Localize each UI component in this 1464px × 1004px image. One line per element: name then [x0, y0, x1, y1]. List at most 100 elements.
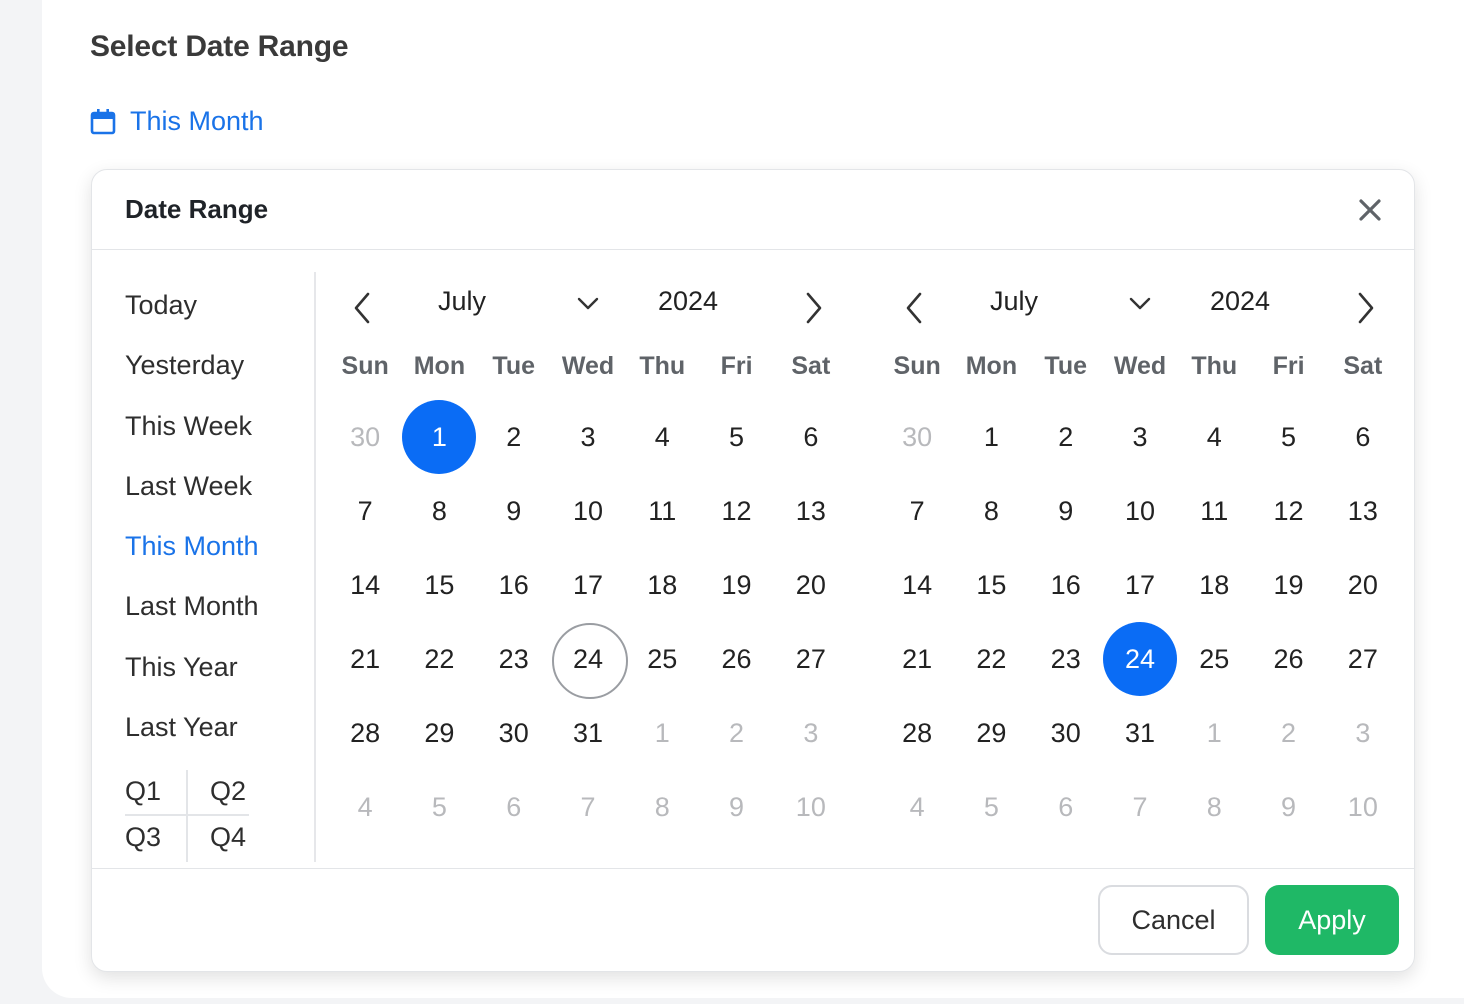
- day-cell[interactable]: 7: [880, 474, 954, 548]
- day-cell[interactable]: 30: [477, 696, 551, 770]
- day-cell-outside-month[interactable]: 5: [954, 770, 1028, 844]
- day-cell[interactable]: 10: [551, 474, 625, 548]
- day-cell-outside-month[interactable]: 9: [699, 770, 773, 844]
- day-cell-outside-month[interactable]: 2: [699, 696, 773, 770]
- day-cell[interactable]: 16: [477, 548, 551, 622]
- day-cell[interactable]: 3: [1103, 400, 1177, 474]
- day-cell[interactable]: 27: [774, 622, 848, 696]
- day-cell[interactable]: 18: [1177, 548, 1251, 622]
- day-cell[interactable]: 28: [880, 696, 954, 770]
- preset-today[interactable]: Today: [125, 290, 197, 321]
- day-cell-outside-month[interactable]: 6: [1029, 770, 1103, 844]
- day-cell[interactable]: 11: [625, 474, 699, 548]
- day-cell[interactable]: 29: [402, 696, 476, 770]
- day-cell-selected[interactable]: 24: [1102, 622, 1178, 696]
- day-cell[interactable]: 12: [699, 474, 773, 548]
- day-cell-outside-month[interactable]: 3: [1326, 696, 1400, 770]
- day-cell-outside-month[interactable]: 4: [880, 770, 954, 844]
- day-cell-outside-month[interactable]: 10: [1326, 770, 1400, 844]
- day-cell-outside-month[interactable]: 2: [1251, 696, 1325, 770]
- quarter-q2[interactable]: Q2: [210, 776, 246, 807]
- day-cell[interactable]: 7: [328, 474, 402, 548]
- day-cell-selected[interactable]: 1: [402, 400, 477, 474]
- day-cell[interactable]: 15: [954, 548, 1028, 622]
- day-cell[interactable]: 28: [328, 696, 402, 770]
- day-cell[interactable]: 26: [1251, 622, 1325, 696]
- day-cell[interactable]: 20: [1326, 548, 1400, 622]
- quarter-q3[interactable]: Q3: [125, 822, 161, 853]
- day-cell[interactable]: 4: [625, 400, 699, 474]
- preset-this-week[interactable]: This Week: [125, 411, 252, 442]
- chevron-down-icon[interactable]: [576, 296, 600, 312]
- preset-this-year[interactable]: This Year: [125, 652, 238, 683]
- day-cell-outside-month[interactable]: 6: [477, 770, 551, 844]
- day-cell[interactable]: 6: [1326, 400, 1400, 474]
- day-cell-outside-month[interactable]: 4: [328, 770, 402, 844]
- day-cell[interactable]: 22: [954, 622, 1028, 696]
- date-range-trigger[interactable]: This Month: [90, 106, 264, 137]
- close-icon[interactable]: [1356, 196, 1384, 224]
- day-cell[interactable]: 29: [954, 696, 1028, 770]
- year-select[interactable]: 2024: [658, 286, 718, 317]
- day-cell[interactable]: 17: [1103, 548, 1177, 622]
- day-cell[interactable]: 31: [1103, 696, 1177, 770]
- month-select[interactable]: July: [438, 286, 486, 317]
- day-cell-outside-month[interactable]: 1: [1177, 696, 1251, 770]
- day-cell[interactable]: 1: [954, 400, 1028, 474]
- day-cell[interactable]: 23: [1029, 622, 1103, 696]
- preset-this-month[interactable]: This Month: [125, 531, 259, 562]
- prev-month-icon[interactable]: [902, 290, 928, 326]
- day-cell[interactable]: 8: [954, 474, 1028, 548]
- day-cell-outside-month[interactable]: 8: [625, 770, 699, 844]
- day-cell-outside-month[interactable]: 8: [1177, 770, 1251, 844]
- day-cell[interactable]: 17: [551, 548, 625, 622]
- year-select[interactable]: 2024: [1210, 286, 1270, 317]
- day-cell-today[interactable]: 24: [551, 622, 629, 699]
- day-cell[interactable]: 26: [699, 622, 773, 696]
- day-cell[interactable]: 13: [1326, 474, 1400, 548]
- day-cell[interactable]: 2: [1029, 400, 1103, 474]
- day-cell-outside-month[interactable]: 7: [551, 770, 625, 844]
- preset-last-year[interactable]: Last Year: [125, 712, 238, 743]
- day-cell[interactable]: 11: [1177, 474, 1251, 548]
- day-cell[interactable]: 20: [774, 548, 848, 622]
- day-cell-outside-month[interactable]: 3: [774, 696, 848, 770]
- day-cell[interactable]: 9: [1029, 474, 1103, 548]
- day-cell[interactable]: 5: [1251, 400, 1325, 474]
- day-cell[interactable]: 25: [1177, 622, 1251, 696]
- chevron-down-icon[interactable]: [1128, 296, 1152, 312]
- day-cell[interactable]: 22: [402, 622, 476, 696]
- month-select[interactable]: July: [990, 286, 1038, 317]
- day-cell[interactable]: 5: [699, 400, 773, 474]
- apply-button[interactable]: Apply: [1265, 885, 1399, 955]
- day-cell[interactable]: 31: [551, 696, 625, 770]
- day-cell-outside-month[interactable]: 9: [1251, 770, 1325, 844]
- day-cell[interactable]: 25: [625, 622, 699, 696]
- day-cell[interactable]: 13: [774, 474, 848, 548]
- day-cell[interactable]: 30: [1029, 696, 1103, 770]
- day-cell[interactable]: 14: [880, 548, 954, 622]
- day-cell-outside-month[interactable]: 30: [880, 400, 954, 474]
- next-month-icon[interactable]: [800, 290, 826, 326]
- day-cell-outside-month[interactable]: 30: [328, 400, 402, 474]
- day-cell[interactable]: 21: [328, 622, 402, 696]
- day-cell[interactable]: 10: [1103, 474, 1177, 548]
- day-cell[interactable]: 8: [402, 474, 476, 548]
- day-cell[interactable]: 14: [328, 548, 402, 622]
- day-cell[interactable]: 4: [1177, 400, 1251, 474]
- day-cell[interactable]: 18: [625, 548, 699, 622]
- day-cell[interactable]: 9: [477, 474, 551, 548]
- quarter-q4[interactable]: Q4: [210, 822, 246, 853]
- prev-month-icon[interactable]: [350, 290, 376, 326]
- day-cell-outside-month[interactable]: 5: [402, 770, 476, 844]
- day-cell[interactable]: 3: [551, 400, 625, 474]
- cancel-button[interactable]: Cancel: [1098, 885, 1249, 955]
- day-cell[interactable]: 16: [1029, 548, 1103, 622]
- day-cell-outside-month[interactable]: 10: [774, 770, 848, 844]
- preset-yesterday[interactable]: Yesterday: [125, 350, 244, 381]
- day-cell[interactable]: 19: [1251, 548, 1325, 622]
- day-cell[interactable]: 2: [477, 400, 551, 474]
- day-cell[interactable]: 6: [774, 400, 848, 474]
- day-cell[interactable]: 15: [402, 548, 476, 622]
- day-cell[interactable]: 12: [1251, 474, 1325, 548]
